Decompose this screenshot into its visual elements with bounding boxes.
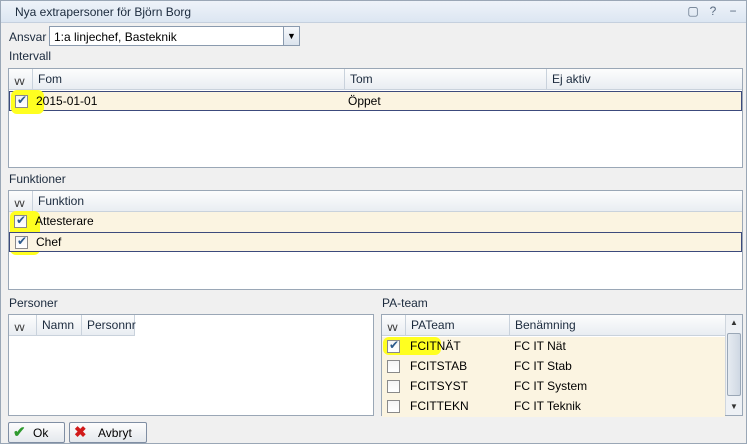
cell-benamning: FC IT Stab <box>514 359 572 373</box>
table-row[interactable]: FCITSYST FC IT System <box>382 377 725 397</box>
cancel-button[interactable]: ✖ Avbryt <box>69 422 147 443</box>
ansvar-label: Ansvar <box>9 30 47 44</box>
table-row[interactable]: FCITSTAB FC IT Stab <box>382 357 725 377</box>
pin-icon[interactable]: ▢ <box>686 4 700 18</box>
cell-pateam: FCITNÄT <box>410 339 461 353</box>
table-row[interactable]: FCITTEKN FC IT Teknik <box>382 397 725 417</box>
cell-pateam: FCITTEKN <box>410 399 469 413</box>
row-checkbox[interactable] <box>387 380 400 393</box>
cell-benamning: FC IT Nät <box>514 339 566 353</box>
pateam-header: ∨∨ PATeam Benämning <box>382 315 725 336</box>
column-header-ej-aktiv[interactable]: Ej aktiv <box>547 69 743 90</box>
table-row[interactable]: Chef <box>9 232 742 252</box>
intervall-label: Intervall <box>9 49 52 63</box>
column-header-personnr[interactable]: Personnr <box>82 315 136 336</box>
column-header-namn[interactable]: Namn <box>37 315 82 336</box>
cell-ej-aktiv <box>546 92 550 111</box>
scroll-up-icon[interactable]: ▲ <box>726 315 742 331</box>
personer-grid: ∨∨ Namn Personnr <box>8 314 374 416</box>
ok-label: Ok <box>33 426 49 440</box>
cell-funktion: Attesterare <box>35 214 94 228</box>
row-checkbox[interactable] <box>15 93 28 108</box>
cell-benamning: FC IT Teknik <box>514 399 581 413</box>
cross-icon: ✖ <box>74 424 87 441</box>
row-checkbox[interactable] <box>14 213 27 228</box>
table-row[interactable]: Attesterare <box>9 211 742 255</box>
column-chooser-icon[interactable]: ∨∨ <box>9 191 33 212</box>
ansvar-select[interactable]: 1:a linjechef, Basteknik ▼ <box>49 26 300 46</box>
cell-funktion: Chef <box>36 235 62 249</box>
column-header-tom[interactable]: Tom <box>345 69 547 90</box>
scroll-down-icon[interactable]: ▼ <box>726 399 742 415</box>
pateam-grid: ∨∨ PATeam Benämning FCITNÄT FC IT Nät FC… <box>381 314 743 417</box>
window-title: Nya extrapersoner för Björn Borg <box>15 5 192 19</box>
column-chooser-icon[interactable]: ∨∨ <box>9 69 33 90</box>
ansvar-value: 1:a linjechef, Basteknik <box>54 30 177 44</box>
cell-fom: 2015-01-01 <box>36 94 98 108</box>
row-checkbox[interactable] <box>387 338 400 353</box>
help-icon[interactable]: ? <box>706 4 720 18</box>
cancel-label: Avbryt <box>98 426 132 440</box>
row-checkbox[interactable] <box>387 360 400 373</box>
intervall-grid: ∨∨ Fom Tom Ej aktiv 2015-01-01 Öppet <box>8 68 743 168</box>
column-header-benamning[interactable]: Benämning <box>510 315 726 336</box>
vertical-scrollbar[interactable]: ▲ ▼ <box>725 315 742 415</box>
intervall-header: ∨∨ Fom Tom Ej aktiv <box>9 69 742 90</box>
personer-label: Personer <box>9 296 58 310</box>
cell-pateam: FCITSYST <box>410 379 469 393</box>
cell-tom: Öppet <box>348 94 381 108</box>
column-chooser-icon[interactable]: ∨∨ <box>9 315 37 336</box>
cell-pateam: FCITSTAB <box>410 359 468 373</box>
close-icon[interactable]: − <box>726 4 740 18</box>
row-checkbox[interactable] <box>15 234 28 249</box>
column-header-pateam[interactable]: PATeam <box>406 315 510 336</box>
ok-button[interactable]: ✔ Ok <box>8 422 65 443</box>
title-bar: Nya extrapersoner för Björn Borg ▢ ? − <box>1 1 746 23</box>
column-header-fom[interactable]: Fom <box>33 69 345 90</box>
funktioner-header: ∨∨ Funktion <box>9 191 742 212</box>
column-header-funktion[interactable]: Funktion <box>33 191 743 212</box>
funktioner-label: Funktioner <box>9 172 66 186</box>
cell-benamning: FC IT System <box>514 379 588 393</box>
dialog-window: Nya extrapersoner för Björn Borg ▢ ? − A… <box>0 0 747 444</box>
scroll-thumb[interactable] <box>727 333 741 396</box>
table-row[interactable]: FCITNÄT FC IT Nät <box>382 337 725 357</box>
table-row[interactable]: 2015-01-01 Öppet <box>9 90 742 114</box>
pateam-label: PA-team <box>382 296 428 310</box>
personer-header: ∨∨ Namn Personnr <box>9 315 136 336</box>
checkmark-icon: ✔ <box>13 424 26 441</box>
chevron-down-icon[interactable]: ▼ <box>283 27 299 45</box>
row-checkbox[interactable] <box>387 400 400 413</box>
column-chooser-icon[interactable]: ∨∨ <box>382 315 406 336</box>
funktioner-grid: ∨∨ Funktion Attesterare Chef <box>8 190 743 290</box>
